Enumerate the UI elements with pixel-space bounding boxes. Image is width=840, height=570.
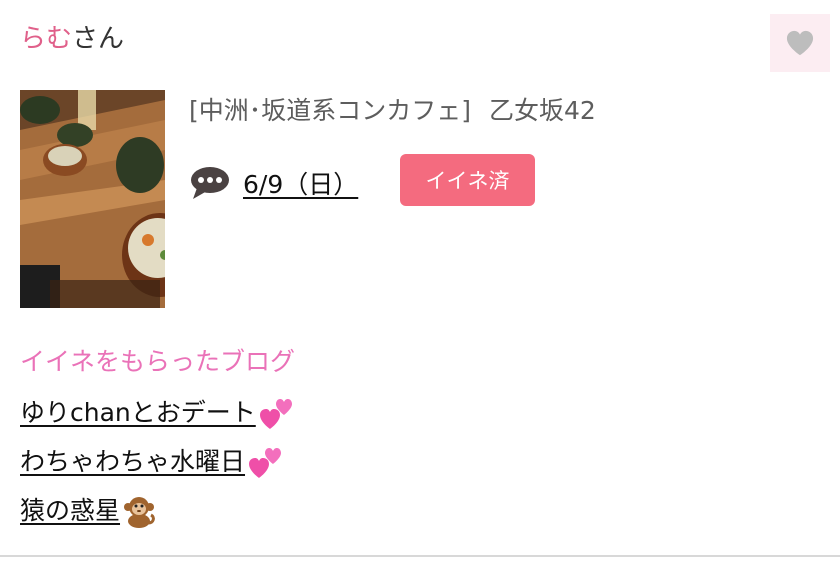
two-hearts-emoji: [259, 399, 292, 429]
user-name[interactable]: らむ: [20, 24, 72, 54]
blog-link[interactable]: 猿の惑星: [20, 494, 156, 529]
post-date-row: 6/9（日）: [189, 160, 358, 206]
two-hearts-emoji: [249, 448, 282, 478]
blog-title: わちゃわちゃ水曜日: [20, 447, 246, 476]
speech-bubble-icon: [191, 167, 229, 199]
blog-link[interactable]: ゆりchanとおデート: [20, 396, 294, 431]
user-name-line: らむさん: [20, 22, 124, 56]
girl-name[interactable]: 乙女坂42: [489, 96, 596, 125]
monkey-emoji: [124, 497, 155, 528]
like-button[interactable]: [770, 14, 830, 72]
user-name-suffix: さん: [72, 24, 125, 54]
liked-badge: イイネ済: [400, 154, 535, 206]
post-thumbnail[interactable]: [20, 90, 165, 308]
blog-title: ゆりchanとおデート: [20, 398, 256, 427]
blog-link[interactable]: わちゃわちゃ水曜日: [20, 445, 283, 480]
heart-icon: [786, 30, 814, 56]
food-photo: [20, 90, 165, 308]
post-date-link[interactable]: 6/9（日）: [243, 165, 358, 201]
bottom-divider: [0, 555, 840, 557]
shop-name[interactable]: [中洲･坂道系コンカフェ]: [189, 96, 471, 125]
liked-blogs-heading: イイネをもらったブログ: [20, 347, 296, 376]
shop-info: [中洲･坂道系コンカフェ] 乙女坂42: [189, 94, 596, 128]
blog-title: 猿の惑星: [20, 496, 121, 525]
